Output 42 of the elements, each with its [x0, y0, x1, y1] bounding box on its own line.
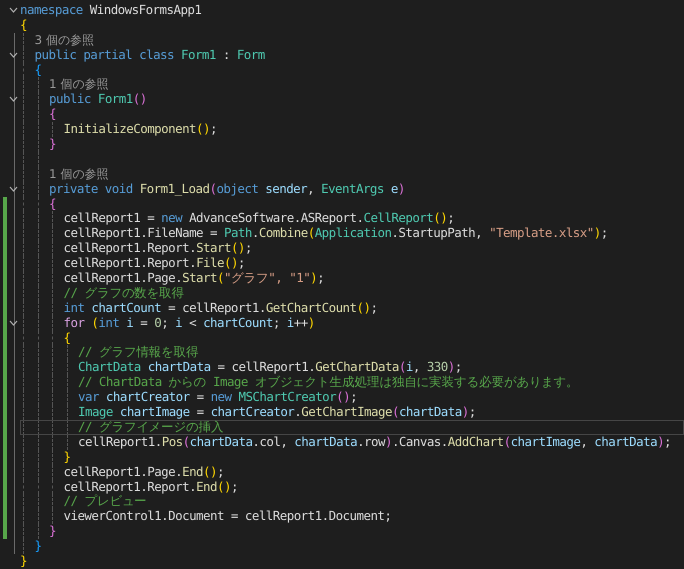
code-line: viewerControl1.Document = cellReport1.Document;: [64, 509, 392, 524]
code-line: private void Form1_Load(object sender, EventArgs e): [49, 182, 405, 197]
references-link[interactable]: 1 個の参照: [49, 166, 108, 182]
references-link[interactable]: 1 個の参照: [49, 77, 108, 92]
code-line: cellReport1.Report.Start();: [64, 241, 252, 256]
code-line: Image chartImage = chartCreator.GetChartImage(chartData);: [78, 405, 476, 420]
code-line: cellReport1.Page.Start("グラフ", "1");: [64, 271, 324, 286]
code-line: cellReport1.FileName = Path.Combine(Application.StartupPath, "Template.xlsx");: [64, 226, 608, 242]
code-line: // グラフ情報を取得: [78, 345, 199, 360]
code-line: }: [49, 524, 56, 540]
code-line: {: [64, 330, 70, 346]
code-line: public partial class Form1 : Form: [34, 48, 265, 63]
code-line: {: [34, 62, 42, 78]
code-line: cellReport1.Page.End();: [64, 464, 224, 480]
code-line: // プレビュー: [64, 494, 147, 510]
code-line: cellReport1.Report.File();: [64, 256, 245, 272]
references-link[interactable]: 3 個の参照: [34, 32, 94, 48]
code-line: // ChartData からの Image オブジェクト生成処理は独自に実装する必要があります。: [78, 375, 579, 390]
code-line: var chartCreator = new MSChartCreator();: [78, 390, 358, 406]
collapse-chevron-icon[interactable]: [9, 186, 18, 192]
code-line: cellReport1 = new AdvanceSoftware.ASReport.CellReport();: [64, 211, 454, 226]
code-line: InitializeComponent();: [64, 122, 217, 138]
code-line: {: [20, 18, 27, 33]
code-line: // グラフイメージの挿入: [78, 420, 224, 435]
collapse-chevron-icon[interactable]: [9, 7, 18, 13]
code-line: cellReport1.Report.End();: [64, 480, 238, 494]
code-line: }: [34, 539, 42, 554]
code-line: }: [64, 450, 70, 465]
collapse-chevron-icon[interactable]: [9, 96, 18, 102]
code-line: {: [49, 196, 56, 212]
code-line: // グラフの数を取得: [64, 286, 184, 301]
code-line: for (int i = 0; i < chartCount; i++): [64, 316, 315, 331]
code-line: public Form1(): [49, 92, 147, 108]
code-line: namespace WindowsFormsApp1: [20, 3, 202, 18]
code-line: int chartCount = cellReport1.GetChartCount();: [64, 300, 378, 316]
code-line: ChartData chartData = cellReport1.GetChartData(i, 330);: [78, 360, 462, 376]
collapse-chevron-icon[interactable]: [9, 320, 18, 326]
collapse-chevron-icon[interactable]: [9, 52, 18, 58]
code-line: cellReport1.Pos(chartData.col, chartData.row).Canvas.AddChart(chartImage, chartData);: [78, 434, 672, 450]
code-line: }: [20, 554, 27, 569]
code-line: }: [49, 137, 56, 152]
code-line: {: [49, 107, 56, 122]
